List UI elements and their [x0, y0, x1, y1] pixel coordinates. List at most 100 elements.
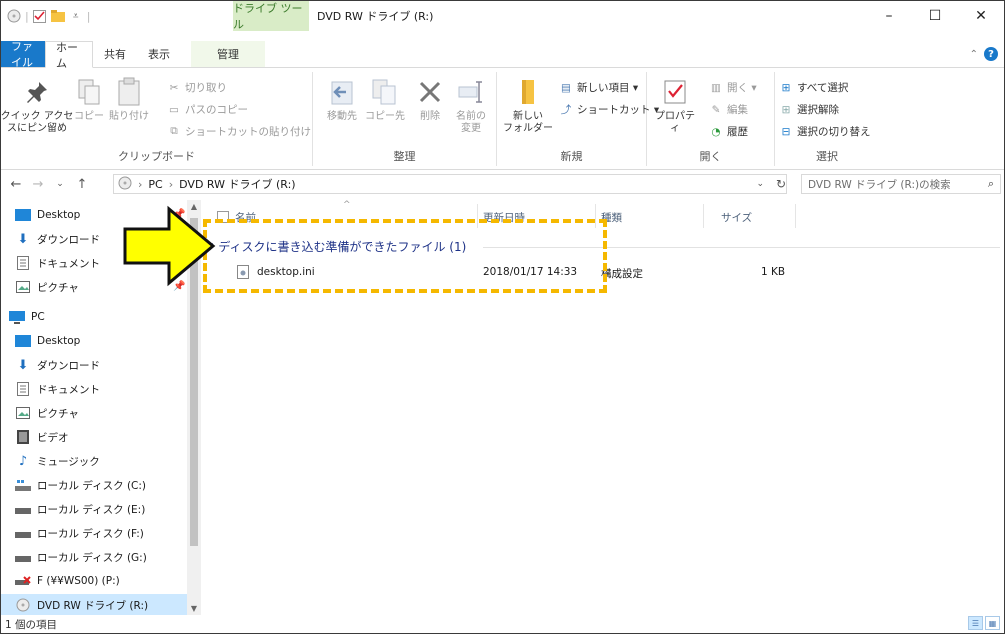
drive-icon: [15, 550, 31, 564]
back-arrow-icon[interactable]: ←: [5, 177, 27, 192]
maximize-button[interactable]: ☐: [912, 1, 958, 31]
pictures-icon: [15, 406, 31, 420]
open-button[interactable]: ▥ 開く ▾: [709, 80, 757, 95]
search-box[interactable]: DVD RW ドライブ (R:)の検索 ⌕: [801, 174, 1001, 194]
forward-arrow-icon[interactable]: →: [27, 177, 49, 192]
minimize-button[interactable]: –: [866, 1, 912, 31]
properties-button[interactable]: プロパティ: [651, 76, 699, 135]
group-header[interactable]: ∨ ディスクに書き込む準備ができたファイル (1): [207, 238, 466, 255]
scrollbar-thumb[interactable]: [190, 218, 198, 546]
pc-monitor-icon: [9, 310, 25, 324]
nav-item-pictures[interactable]: ピクチャ: [15, 276, 79, 298]
paste-shortcut-icon: ⧉: [170, 125, 178, 137]
nav-item-music[interactable]: ♪ ミュージック: [15, 450, 100, 472]
select-all-button[interactable]: ⊞ すべて選択: [779, 80, 849, 95]
help-icon[interactable]: ?: [984, 47, 998, 61]
table-row[interactable]: desktop.ini 2018/01/17 14:33 構成設定 1 KB: [203, 262, 1004, 284]
tab-file[interactable]: ファイル: [1, 40, 45, 69]
up-arrow-icon[interactable]: ↑: [71, 177, 93, 192]
nav-item-network-drive-p[interactable]: F (¥¥WS00) (P:): [15, 570, 120, 592]
column-divider[interactable]: [595, 204, 596, 228]
recent-locations-icon[interactable]: ⌄: [49, 179, 71, 189]
nav-item-drive-f[interactable]: ローカル ディスク (F:): [15, 522, 144, 544]
drive-icon-small[interactable]: [7, 9, 21, 23]
large-icons-view-icon[interactable]: ▦: [985, 616, 1000, 630]
file-date: 2018/01/17 14:33: [483, 266, 578, 278]
close-button[interactable]: ✕: [958, 1, 1004, 31]
nav-item-drive-e[interactable]: ローカル ディスク (E:): [15, 498, 145, 520]
nav-item-dvd-drive[interactable]: DVD RW ドライブ (R:): [1, 594, 189, 615]
rename-button[interactable]: 名前の 変更: [451, 76, 491, 135]
column-header-type[interactable]: 種類: [601, 208, 622, 226]
column-header-date[interactable]: 更新日時: [483, 208, 525, 226]
scroll-down-icon[interactable]: ▼: [187, 604, 201, 613]
drive-icon: [15, 502, 31, 516]
collapse-ribbon-icon[interactable]: ⌃: [970, 49, 978, 60]
nav-item-desktop[interactable]: Desktop: [15, 330, 80, 352]
column-header-name[interactable]: 名前: [217, 208, 256, 226]
nav-item-drive-c[interactable]: ローカル ディスク (C:): [15, 474, 146, 496]
invert-selection-button[interactable]: ⊟ 選択の切り替え: [779, 124, 871, 139]
tab-view[interactable]: 表示: [137, 41, 181, 67]
clipboard-group: クイック アクセ スにピン留め コピー 貼り付け ✂ 切り取り ▭ パスのコピー…: [1, 72, 313, 166]
column-divider[interactable]: [795, 204, 796, 228]
edit-button[interactable]: ✎ 編集: [709, 102, 748, 117]
search-icon[interactable]: ⌕: [988, 177, 994, 191]
clipboard-group-label: クリップボード: [118, 150, 195, 163]
tab-manage[interactable]: 管理: [191, 41, 265, 67]
column-divider[interactable]: [477, 204, 478, 228]
copy-button[interactable]: コピー: [73, 76, 105, 123]
tab-home[interactable]: ホーム: [45, 41, 93, 70]
select-none-button[interactable]: ⊞ 選択解除: [779, 102, 839, 117]
column-divider[interactable]: [703, 204, 704, 228]
breadcrumb-drive[interactable]: DVD RW ドライブ (R:): [179, 176, 295, 192]
nav-pane-scrollbar[interactable]: ▲ ▼: [187, 200, 201, 615]
address-dropdown-icon[interactable]: ⌄: [756, 179, 764, 189]
new-item-button[interactable]: ▤ 新しい項目 ▾: [559, 80, 638, 95]
easy-access-button[interactable]: ⤴ ショートカット ▾: [559, 102, 659, 117]
tab-share[interactable]: 共有: [93, 41, 137, 67]
settings-file-icon: [237, 265, 249, 282]
copy-to-button[interactable]: コピー先: [365, 76, 405, 123]
pin-quick-access-button[interactable]: クイック アクセ スにピン留め: [1, 76, 73, 135]
open-icon: ▥: [711, 81, 721, 94]
new-group: 新しい フォルダー ▤ 新しい項目 ▾ ⤴ ショートカット ▾ 新規: [497, 72, 659, 166]
details-view-icon[interactable]: ☰: [968, 616, 983, 630]
documents-icon: [15, 256, 31, 270]
system-drive-icon: [15, 478, 31, 492]
customize-qat-icon[interactable]: ⩡: [69, 9, 83, 23]
paste-shortcut-button[interactable]: ⧉ ショートカットの貼り付け: [167, 124, 311, 139]
nav-item-documents[interactable]: ドキュメント: [15, 252, 100, 274]
delete-button[interactable]: 削除: [415, 76, 445, 123]
new-folder-button[interactable]: 新しい フォルダー: [503, 76, 553, 135]
nav-item-pictures[interactable]: ピクチャ: [15, 402, 79, 424]
history-button[interactable]: ◔ 履歴: [709, 124, 748, 139]
select-group-label: 選択: [816, 150, 838, 163]
nav-item-videos[interactable]: ビデオ: [15, 426, 69, 448]
move-to-button[interactable]: 移動先: [323, 76, 361, 123]
address-bar[interactable]: › PC › DVD RW ドライブ (R:) ⌄: [113, 174, 787, 194]
nav-item-documents[interactable]: ドキュメント: [15, 378, 100, 400]
scroll-up-icon[interactable]: ▲: [187, 202, 201, 211]
refresh-icon[interactable]: ↻: [771, 174, 791, 194]
column-header-size[interactable]: サイズ: [721, 208, 752, 226]
copy-path-button[interactable]: ▭ パスのコピー: [167, 102, 248, 117]
select-all-checkbox[interactable]: [217, 211, 229, 223]
download-icon: ⬇: [17, 357, 29, 373]
paste-button[interactable]: 貼り付け: [109, 76, 149, 123]
nav-item-desktop[interactable]: Desktop: [15, 204, 80, 226]
new-folder-icon-small[interactable]: [50, 9, 65, 23]
dvd-drive-icon: [15, 598, 31, 612]
nav-item-pc[interactable]: PC: [9, 306, 45, 328]
download-icon: ⬇: [17, 231, 29, 247]
scissors-icon: ✂: [169, 81, 179, 94]
documents-icon: [15, 382, 31, 396]
ribbon-tabs: ファイル ホーム 共有 表示 管理 ⌃ ?: [1, 31, 1004, 70]
properties-check-icon[interactable]: [33, 9, 47, 23]
breadcrumb-pc[interactable]: PC: [148, 178, 162, 191]
nav-item-downloads[interactable]: ⬇ ダウンロード: [15, 228, 100, 250]
nav-item-drive-g[interactable]: ローカル ディスク (G:): [15, 546, 147, 568]
cut-button[interactable]: ✂ 切り取り: [167, 80, 227, 95]
new-group-label: 新規: [560, 150, 583, 163]
nav-item-downloads[interactable]: ⬇ ダウンロード: [15, 354, 100, 376]
